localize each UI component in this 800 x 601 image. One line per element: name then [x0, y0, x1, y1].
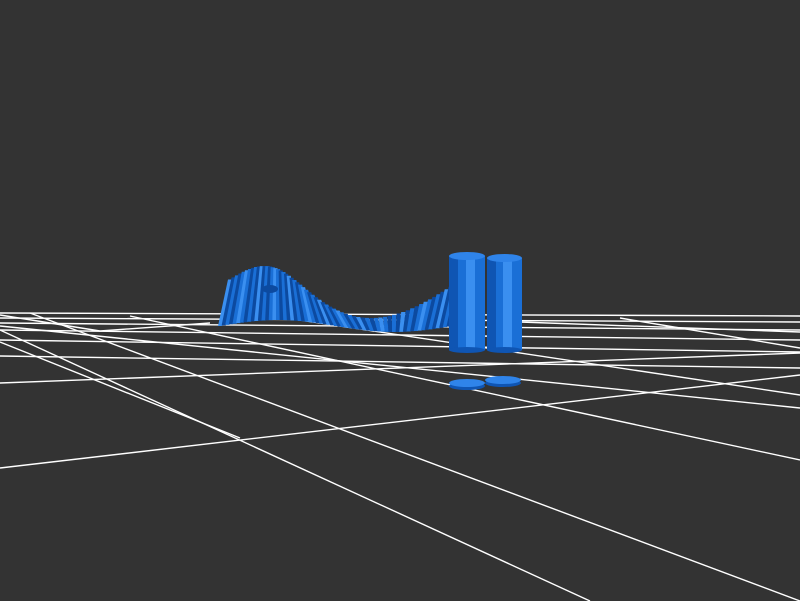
upright-cylinder-right[interactable]: [487, 254, 522, 353]
cylinder-left-light: [466, 256, 475, 350]
cylinder-right-shade: [487, 258, 496, 350]
flat-disc-right[interactable]: [485, 376, 521, 387]
scene-canvas[interactable]: [0, 0, 800, 601]
cylinder-left-top: [449, 252, 485, 260]
disc-right-top: [485, 376, 521, 384]
cylinder-left-shade: [449, 256, 458, 350]
cylinder-right-bottom: [487, 347, 522, 353]
grid-line: [0, 341, 241, 439]
upright-cylinder-left[interactable]: [449, 252, 485, 353]
grid-line: [519, 321, 800, 333]
ground-grid: [0, 312, 800, 601]
cylinder-left-bottom: [449, 347, 485, 353]
3d-viewport[interactable]: [0, 0, 800, 601]
disc-left-top: [449, 379, 485, 387]
cylinder-right-top: [487, 254, 522, 262]
grid-line: [29, 312, 800, 601]
ribbon-segment: [392, 314, 397, 332]
grid-line: [0, 374, 800, 469]
flat-disc-left[interactable]: [449, 379, 485, 390]
twisted-ribbon-strip[interactable]: [218, 266, 465, 332]
ribbon-loop-opening: [262, 285, 278, 293]
grid-line: [0, 329, 591, 601]
cylinder-right-light: [503, 258, 512, 350]
